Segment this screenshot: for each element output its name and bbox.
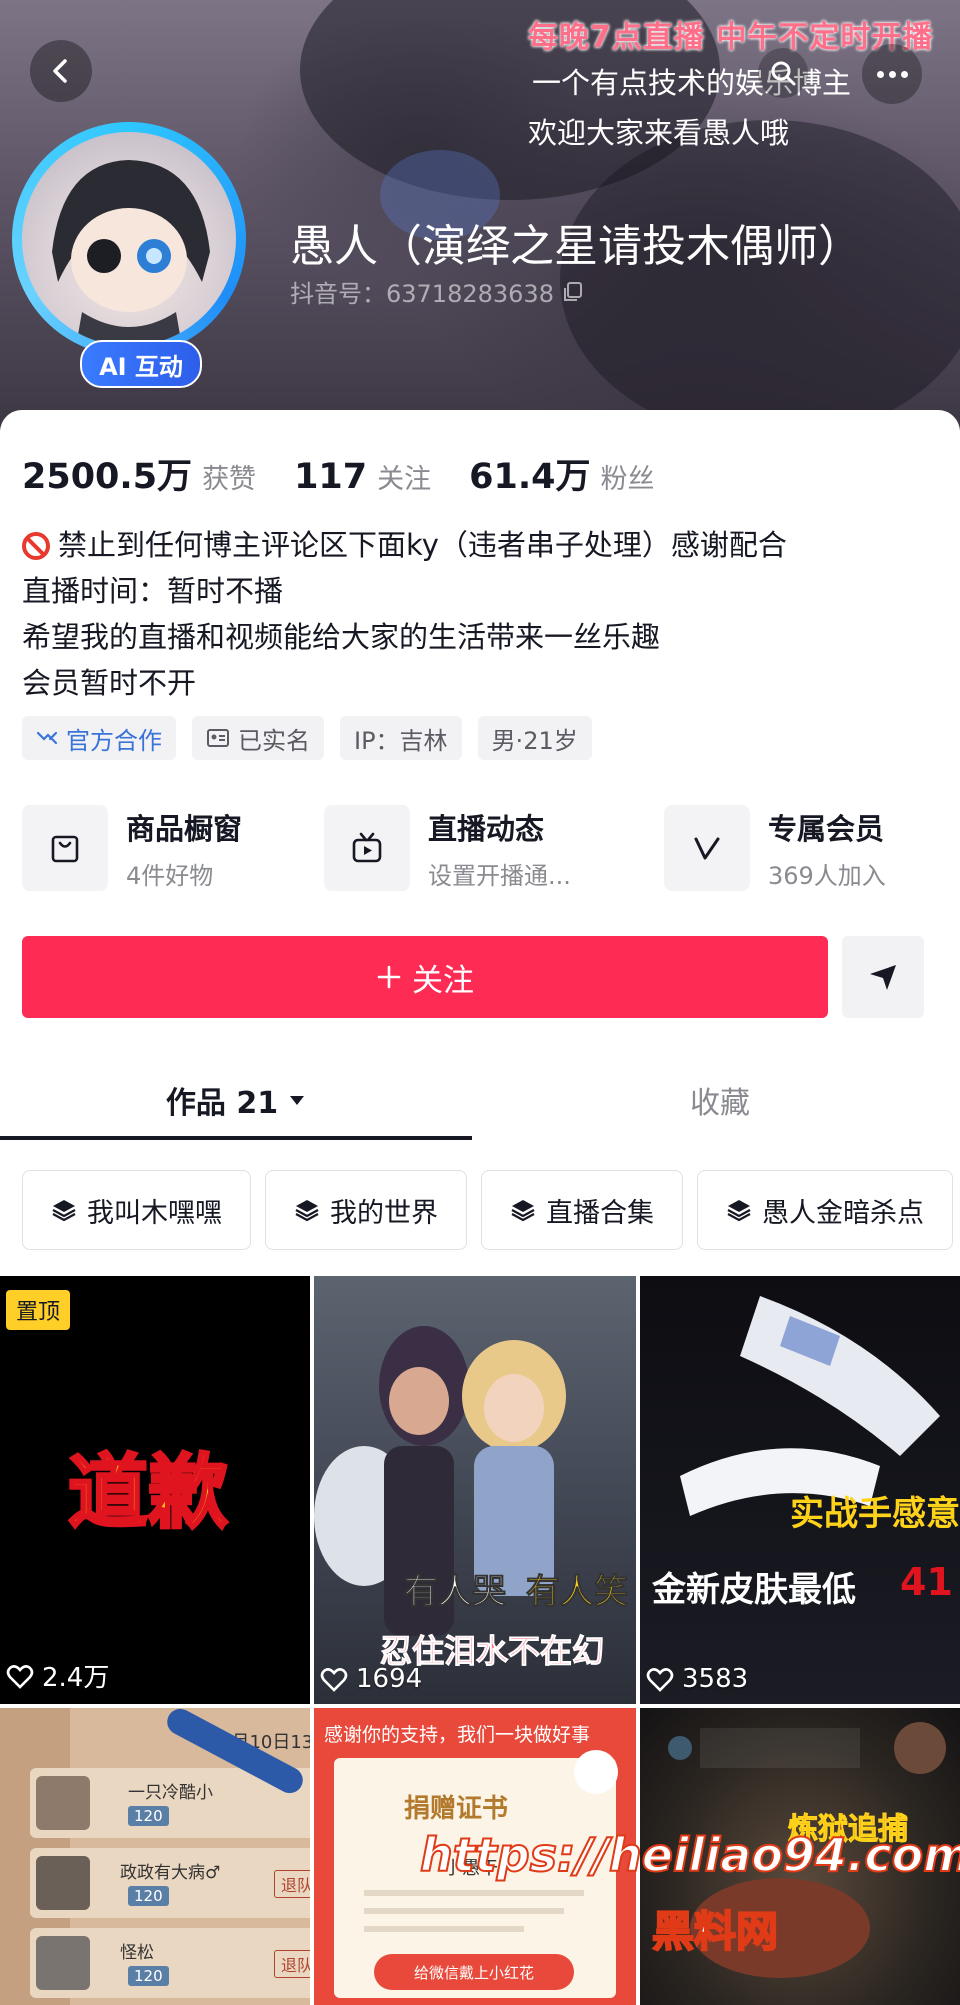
layers-icon	[52, 1200, 76, 1222]
video-caption: 有人哭	[404, 1572, 507, 1613]
profile-bio: 禁止到任何博主评论区下面ky（违者串子处理）感谢配合 直播时间：暂时不播 希望我…	[22, 522, 787, 706]
content-tabs: 作品 21 收藏	[0, 1064, 960, 1144]
back-button[interactable]	[30, 40, 92, 102]
live-tv-icon	[352, 832, 382, 863]
douyin-id[interactable]: 抖音号：63718283638	[290, 274, 584, 309]
video-tile[interactable]: 3月10日13: 一只冷酷小 120 政政有大病♂ 120 退队 怪松 120 …	[0, 1708, 310, 2005]
layers-icon	[511, 1200, 535, 1222]
copy-icon[interactable]	[562, 281, 584, 303]
service-subtitle: 4件好物	[126, 861, 214, 890]
video-caption: 实战手感意	[790, 1494, 960, 1534]
player-avatar	[36, 1776, 90, 1830]
profile-name: 愚人（演绎之星请投木偶师）	[290, 221, 862, 272]
layers-icon	[727, 1200, 751, 1222]
video-title: 道歉	[67, 1445, 230, 1541]
pinned-badge: 置顶	[6, 1290, 71, 1330]
watermark-url: https://heiliao94.com	[419, 1827, 960, 1883]
bio-line: 直播时间：暂时不播	[22, 574, 284, 608]
likes-count: 2500.5万	[22, 457, 193, 497]
plus-icon	[377, 965, 401, 989]
service-title: 直播动态	[428, 811, 545, 846]
tab-active-indicator	[0, 1136, 472, 1140]
profile-tags: 官方合作 已实名 IP：吉林 男·21岁	[22, 716, 592, 760]
douyin-id-text: 抖音号：63718283638	[290, 280, 554, 308]
tag-ip-location: IP：吉林	[340, 716, 462, 760]
video-likes: 2.4万	[6, 1657, 109, 1694]
vip-v-icon	[694, 837, 720, 860]
banner-art	[560, 120, 960, 430]
layers-icon	[295, 1200, 319, 1222]
profile-stats: 2500.5万 获赞 117 关注 61.4万 粉丝	[22, 448, 682, 499]
search-button[interactable]	[758, 48, 808, 98]
avatar[interactable]	[22, 132, 236, 346]
video-caption: 感谢你的支持，我们一块做好事	[324, 1724, 591, 1746]
banner-notice-welcome: 欢迎大家来看愚人哦	[528, 116, 790, 150]
service-title: 商品橱窗	[126, 811, 243, 846]
video-tile[interactable]: 有人哭 有人笑 忍住泪水不在幻 1694	[314, 1276, 636, 1704]
video-caption: 金新皮肤最低	[652, 1570, 856, 1610]
emoji-icon	[574, 1750, 618, 1794]
collection-chip[interactable]: 我叫木嘿嘿	[22, 1170, 251, 1250]
likes-label: 获赞	[202, 464, 257, 495]
service-shop-window[interactable]: 商品橱窗 4件好物	[22, 800, 242, 896]
service-subtitle: 设置开播通...	[428, 861, 571, 890]
player-avatar	[36, 1856, 90, 1910]
caret-down-icon	[290, 1096, 305, 1105]
search-icon	[771, 61, 796, 86]
collection-chip[interactable]: 愚人金暗杀点	[697, 1170, 953, 1250]
following-count[interactable]: 117	[294, 457, 367, 497]
video-caption: 41	[900, 1560, 953, 1604]
certificate-title: 捐赠证书	[404, 1794, 509, 1824]
prohibited-icon	[22, 532, 50, 560]
followers-label[interactable]: 粉丝	[600, 457, 654, 496]
service-title: 专属会员	[768, 811, 885, 846]
collection-chip[interactable]: 我的世界	[265, 1170, 467, 1250]
handshake-icon	[36, 731, 58, 745]
service-row: 商品橱窗 4件好物 直播动态 设置开播通... 专属会员 369人加入	[22, 800, 938, 896]
share-arrow-icon	[870, 965, 896, 990]
tab-favorites[interactable]: 收藏	[480, 1064, 960, 1136]
heart-icon	[646, 1668, 674, 1692]
video-likes: 3583	[646, 1664, 748, 1694]
followers-count[interactable]: 61.4万	[469, 448, 590, 499]
video-tile[interactable]: 实战手感意 金新皮肤最低 41 3583	[640, 1276, 960, 1704]
heart-icon	[6, 1664, 34, 1689]
tab-works[interactable]: 作品 21	[0, 1064, 472, 1136]
bio-line: 禁止到任何博主评论区下面ky（违者串子处理）感谢配合	[22, 522, 787, 568]
more-icon	[876, 70, 884, 78]
more-button[interactable]	[862, 44, 922, 104]
certificate-button: 给微信戴上小红花	[374, 1954, 574, 1990]
video-tile[interactable]: 置顶 道歉 2.4万	[0, 1276, 310, 1704]
player-avatar	[36, 1936, 90, 1990]
collections-row: 我叫木嘿嘿 我的世界 直播合集 愚人金暗杀点	[22, 1170, 953, 1250]
id-card-icon	[207, 729, 229, 747]
video-likes: 1694	[320, 1664, 422, 1694]
shop-bag-icon	[51, 835, 79, 863]
tag-official-cooperation[interactable]: 官方合作	[22, 716, 176, 760]
tag-verified[interactable]: 已实名	[192, 716, 324, 760]
video-caption: 有人笑	[526, 1572, 629, 1613]
service-subtitle: 369人加入	[768, 861, 886, 890]
chevron-left-icon	[53, 59, 67, 83]
share-button[interactable]	[842, 936, 924, 1018]
following-label[interactable]: 关注	[377, 457, 431, 496]
avatar-illustration	[52, 160, 210, 346]
watermark-site: 黑料网	[651, 1906, 779, 1957]
follow-button[interactable]: 关注	[22, 936, 828, 1018]
collection-chip[interactable]: 直播合集	[481, 1170, 683, 1250]
bio-line: 会员暂时不开	[22, 666, 197, 700]
heart-icon	[320, 1668, 348, 1692]
service-live-updates[interactable]: 直播动态 设置开播通...	[324, 800, 571, 896]
service-exclusive-membership[interactable]: 专属会员 369人加入	[664, 800, 886, 896]
tag-gender-age: 男·21岁	[477, 716, 592, 760]
bio-line: 希望我的直播和视频能给大家的生活带来一丝乐趣	[22, 620, 661, 654]
ai-interact-badge[interactable]: AI 互动	[80, 340, 202, 388]
